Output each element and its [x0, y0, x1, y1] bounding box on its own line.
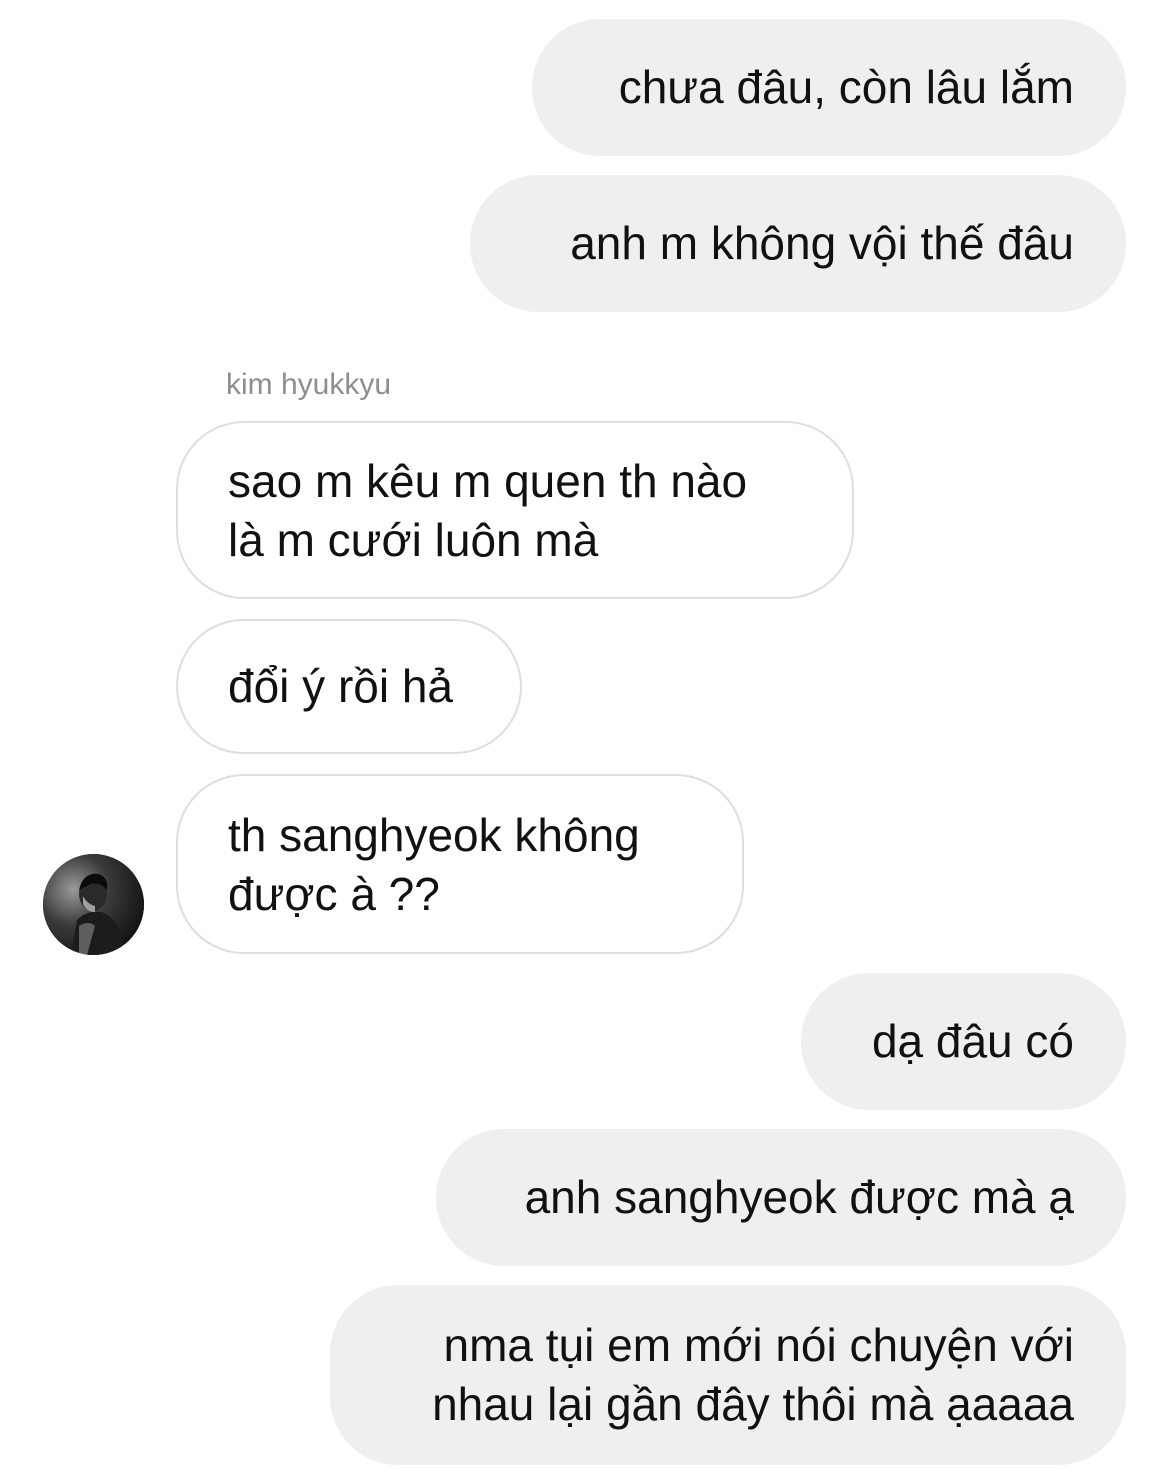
- contact-avatar[interactable]: [43, 854, 144, 955]
- message-bubble-incoming[interactable]: đổi ý rồi hả: [176, 619, 522, 754]
- message-text-line: dạ đâu có: [871, 1015, 1074, 1067]
- sender-name: kim hyukkyu: [226, 368, 392, 401]
- message-text-line: chưa đâu, còn lâu lắm: [618, 61, 1074, 113]
- message-text-line: được à ??: [228, 868, 440, 920]
- message-bubble-outgoing[interactable]: dạ đâu có: [801, 973, 1126, 1110]
- message-bubble-incoming[interactable]: sao m kêu m quen th nào là m cưới luôn m…: [176, 421, 854, 599]
- message-text-line: đổi ý rồi hả: [228, 660, 454, 712]
- message-text-line: anh m không vội thế đâu: [570, 217, 1074, 269]
- message-bubble-outgoing[interactable]: anh m không vội thế đâu: [470, 175, 1126, 312]
- message-bubble-incoming[interactable]: th sanghyeok không được à ??: [176, 774, 744, 954]
- message-text-line: nma tụi em mới nói chuyện với: [443, 1319, 1074, 1371]
- message-bubble-outgoing[interactable]: anh sanghyeok được mà ạ: [436, 1129, 1126, 1266]
- message-text-line: th sanghyeok không: [228, 809, 640, 861]
- message-text-line: anh sanghyeok được mà ạ: [524, 1171, 1074, 1223]
- message-text-line: nhau lại gần đây thôi mà ạaaaa: [432, 1378, 1074, 1430]
- message-text-line: sao m kêu m quen th nào: [228, 455, 748, 507]
- message-text-line: là m cưới luôn mà: [228, 514, 599, 566]
- message-bubble-outgoing[interactable]: nma tụi em mới nói chuyện với nhau lại g…: [330, 1285, 1126, 1465]
- message-bubble-outgoing[interactable]: chưa đâu, còn lâu lắm: [532, 19, 1126, 156]
- avatar-photo-icon: [43, 854, 144, 955]
